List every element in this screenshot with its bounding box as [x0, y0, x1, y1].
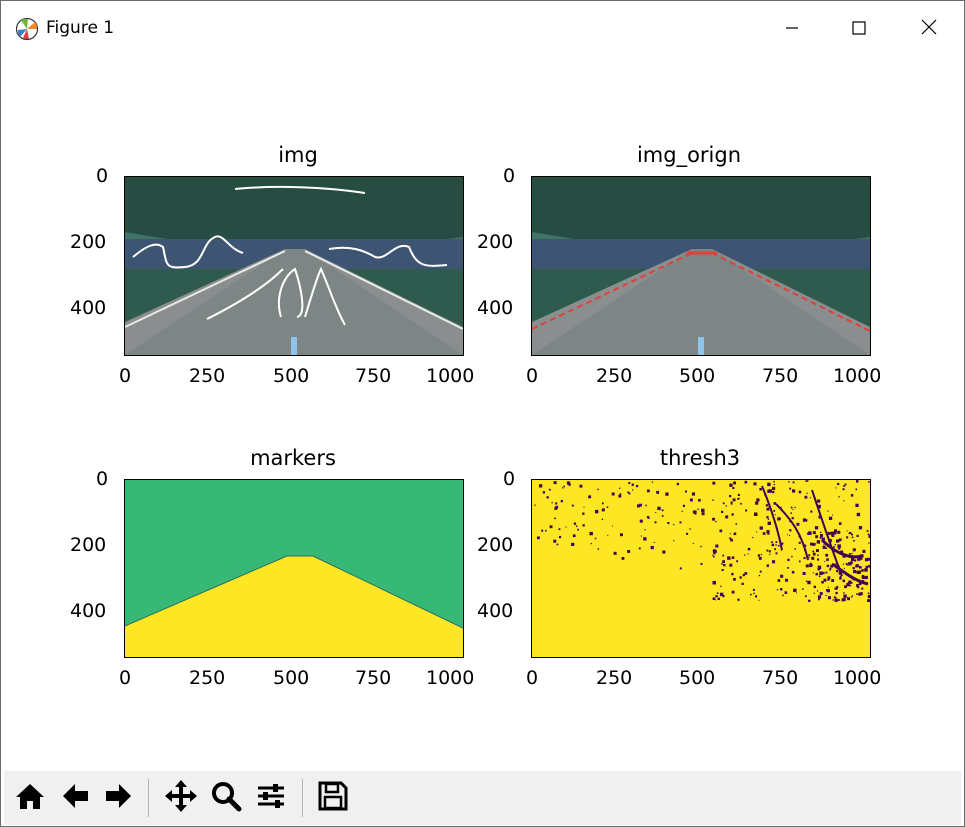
y-tick-label: 200: [70, 534, 107, 556]
y-tick-label: 200: [477, 534, 514, 556]
x-tick-label: 750: [762, 667, 799, 689]
y-tick-label: 400: [70, 600, 107, 622]
y-tick-label: 400: [477, 297, 514, 319]
home-icon: [14, 780, 46, 816]
y-tick-label: 0: [96, 165, 109, 187]
figure-canvas[interactable]: img 0 200 400 0 250 500 750 1000 img_ori…: [4, 55, 961, 771]
x-tick-label: 1000: [426, 365, 475, 387]
image-axes[interactable]: [124, 176, 464, 356]
x-tick-label: 500: [679, 667, 716, 689]
minimize-icon: [785, 20, 799, 39]
x-tick-label: 750: [355, 667, 392, 689]
close-button[interactable]: [906, 11, 952, 47]
x-tick-label: 500: [273, 667, 310, 689]
image-axes[interactable]: [531, 176, 871, 356]
configure-subplots-button[interactable]: [251, 778, 291, 818]
pan-button[interactable]: [161, 778, 201, 818]
y-tick-label: 0: [503, 468, 516, 490]
y-tick-label: 200: [70, 231, 107, 253]
window-title: Figure 1: [46, 18, 115, 38]
close-icon: [921, 19, 937, 39]
y-tick-label: 0: [503, 165, 516, 187]
x-tick-label: 250: [596, 365, 633, 387]
y-tick-label: 200: [477, 231, 514, 253]
figure-window: Figure 1 img 0 200 400 0 250 500 750 100…: [0, 0, 965, 827]
toolbar-separator: [148, 779, 149, 817]
image-axes[interactable]: [124, 479, 464, 658]
toolbar-separator: [302, 779, 303, 817]
x-tick-label: 750: [355, 365, 392, 387]
zoom-icon: [210, 780, 242, 816]
subplot-title: thresh3: [659, 446, 741, 470]
y-tick-label: 0: [96, 468, 109, 490]
minimize-button[interactable]: [769, 11, 815, 47]
x-tick-label: 250: [596, 667, 633, 689]
x-tick-label: 250: [189, 365, 226, 387]
back-icon: [59, 780, 91, 816]
x-tick-label: 750: [762, 365, 799, 387]
x-tick-label: 500: [273, 365, 310, 387]
navigation-toolbar: [4, 771, 961, 825]
x-tick-label: 0: [526, 667, 539, 689]
pan-icon: [164, 779, 198, 817]
x-tick-label: 250: [189, 667, 226, 689]
subplot-title: markers: [250, 446, 336, 470]
x-tick-label: 1000: [426, 667, 475, 689]
back-button[interactable]: [55, 778, 95, 818]
forward-button[interactable]: [99, 778, 139, 818]
image-axes[interactable]: [531, 479, 871, 658]
x-tick-label: 0: [119, 365, 132, 387]
x-tick-label: 0: [119, 667, 132, 689]
forward-icon: [103, 780, 135, 816]
maximize-icon: [852, 20, 866, 39]
matplotlib-icon: [15, 17, 39, 41]
x-tick-label: 1000: [833, 365, 882, 387]
subplot-title: img: [278, 143, 318, 167]
title-bar[interactable]: Figure 1: [1, 1, 964, 55]
y-tick-label: 400: [477, 600, 514, 622]
home-button[interactable]: [10, 778, 50, 818]
x-tick-label: 0: [526, 365, 539, 387]
x-tick-label: 500: [679, 365, 716, 387]
save-button[interactable]: [313, 778, 353, 818]
subplot-title: img_orign: [636, 143, 742, 167]
x-tick-label: 1000: [833, 667, 882, 689]
configure-subplots-icon: [255, 780, 287, 816]
y-tick-label: 400: [70, 297, 107, 319]
zoom-button[interactable]: [206, 778, 246, 818]
save-icon: [317, 780, 349, 816]
maximize-button[interactable]: [836, 11, 882, 47]
